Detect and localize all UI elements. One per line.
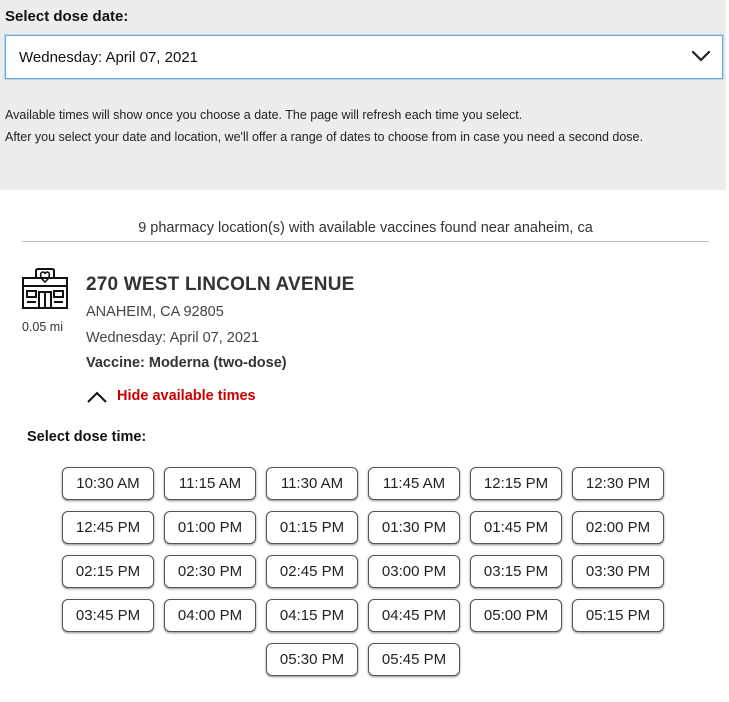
time-slot-button[interactable]: 01:00 PM [164, 511, 256, 544]
time-slot-button[interactable]: 01:15 PM [266, 511, 358, 544]
time-slot-button[interactable]: 12:30 PM [572, 467, 664, 500]
time-slot-button[interactable]: 03:15 PM [470, 555, 562, 588]
chevron-down-icon [691, 50, 711, 62]
time-slot-grid: 10:30 AM 11:15 AM 11:30 AM 11:45 AM 12:15 PM… [58, 467, 668, 676]
store-address: 270 WEST LINCOLN AVENUE [86, 274, 355, 295]
store-date: Wednesday: April 07, 2021 [86, 330, 260, 346]
pharmacy-store-icon [22, 268, 68, 309]
store-vaccine: Vaccine: Moderna (two-dose) [86, 355, 287, 371]
time-slot-button[interactable]: 03:00 PM [368, 555, 460, 588]
dose-date-select[interactable]: Wednesday: April 07, 2021 [5, 35, 723, 79]
time-slot-button[interactable]: 02:30 PM [164, 555, 256, 588]
time-slot-button[interactable]: 11:15 AM [164, 467, 256, 500]
store-distance: 0.05 mi [22, 320, 63, 334]
dose-time-label: Select dose time: [27, 429, 147, 445]
time-slot-button[interactable]: 03:30 PM [572, 555, 664, 588]
time-slot-button[interactable]: 04:00 PM [164, 599, 256, 632]
chevron-up-icon [87, 391, 107, 403]
hide-times-label: Hide available times [117, 388, 256, 404]
time-slot-button[interactable]: 11:30 AM [266, 467, 358, 500]
time-slot-button[interactable]: 01:45 PM [470, 511, 562, 544]
time-slot-button[interactable]: 12:45 PM [62, 511, 154, 544]
divider [22, 241, 709, 242]
date-selection-panel: Select dose date: Wednesday: April 07, 2… [0, 0, 726, 190]
time-slot-button[interactable]: 11:45 AM [368, 467, 460, 500]
dose-date-value: Wednesday: April 07, 2021 [19, 49, 199, 66]
time-slot-button[interactable]: 02:00 PM [572, 511, 664, 544]
time-slot-button[interactable]: 04:45 PM [368, 599, 460, 632]
info-text-times: Available times will show once you choos… [5, 108, 523, 122]
results-count: 9 pharmacy location(s) with available va… [138, 220, 593, 236]
time-slot-button[interactable]: 05:00 PM [470, 599, 562, 632]
info-text-second-dose: After you select your date and location,… [5, 130, 643, 144]
store-city: ANAHEIM, CA 92805 [86, 304, 224, 320]
time-slot-button[interactable]: 05:45 PM [368, 643, 460, 676]
time-slot-button[interactable]: 05:30 PM [266, 643, 358, 676]
time-slot-button[interactable]: 02:15 PM [62, 555, 154, 588]
time-slot-button[interactable]: 10:30 AM [62, 467, 154, 500]
time-slot-button[interactable]: 05:15 PM [572, 599, 664, 632]
time-slot-button[interactable]: 04:15 PM [266, 599, 358, 632]
time-slot-button[interactable]: 01:30 PM [368, 511, 460, 544]
time-slot-button[interactable]: 12:15 PM [470, 467, 562, 500]
time-slot-button[interactable]: 03:45 PM [62, 599, 154, 632]
dose-date-label: Select dose date: [5, 8, 129, 25]
time-slot-button[interactable]: 02:45 PM [266, 555, 358, 588]
